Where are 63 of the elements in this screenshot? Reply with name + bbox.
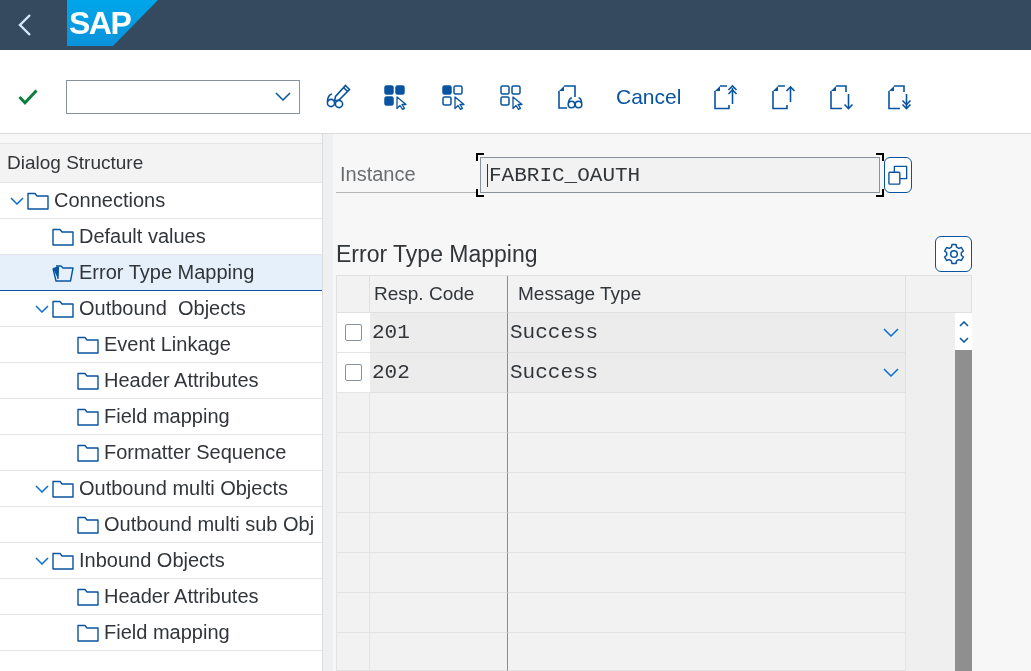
tree-item[interactable]: Connections bbox=[0, 183, 322, 219]
row-selector[interactable] bbox=[336, 313, 370, 353]
settings-button[interactable] bbox=[935, 236, 972, 272]
folder-icon bbox=[77, 335, 99, 354]
chevron-down-icon bbox=[883, 328, 899, 337]
tree-item[interactable]: Event Linkage bbox=[0, 327, 322, 363]
document-double-down-arrow-icon bbox=[887, 83, 914, 110]
command-field[interactable] bbox=[66, 79, 300, 114]
folder-icon bbox=[77, 515, 99, 534]
tree-item[interactable]: Outbound multi Objects bbox=[0, 471, 322, 507]
document-glasses-icon bbox=[557, 83, 583, 110]
chevron-down-icon[interactable] bbox=[35, 484, 49, 493]
logo: SAP bbox=[67, 0, 158, 46]
folder-icon bbox=[52, 479, 74, 498]
chevron-left-icon bbox=[18, 13, 32, 37]
resp-code-field[interactable]: 202 bbox=[370, 353, 508, 393]
tree-item[interactable]: Error Type Mapping bbox=[0, 255, 322, 291]
tree-item[interactable]: Inbound Objects bbox=[0, 543, 322, 579]
chevron-down-icon[interactable] bbox=[35, 304, 49, 313]
message-type-dropdown[interactable]: Success bbox=[508, 313, 906, 353]
check-icon bbox=[18, 88, 38, 105]
chevron-up-icon[interactable] bbox=[958, 320, 969, 327]
folder-icon bbox=[77, 623, 99, 642]
chevron-down-icon bbox=[883, 368, 899, 377]
settings-icon bbox=[942, 243, 965, 265]
folder-icon bbox=[52, 551, 74, 570]
glasses-pencil-icon bbox=[325, 83, 351, 110]
folder-icon bbox=[77, 587, 99, 606]
tree-item[interactable]: Outbound multi sub Obj bbox=[0, 507, 322, 543]
document-up-arrow-icon bbox=[771, 83, 798, 110]
row-selector[interactable] bbox=[336, 353, 370, 393]
copy-button[interactable] bbox=[884, 157, 912, 193]
resp-code-field[interactable]: 201 bbox=[370, 313, 508, 353]
document-down-arrow-icon bbox=[829, 83, 856, 110]
chevron-down-icon bbox=[275, 92, 291, 101]
tree-item[interactable]: Header Attributes bbox=[0, 579, 322, 615]
cancel-button[interactable]: Cancel bbox=[604, 78, 694, 115]
tree-item[interactable]: Outbound Objects bbox=[0, 291, 322, 327]
instance-field[interactable]: FABRIC_OAUTH bbox=[476, 153, 884, 197]
folder-icon bbox=[77, 443, 99, 462]
folder-icon bbox=[52, 227, 74, 246]
checkbox[interactable] bbox=[345, 324, 362, 341]
chevron-down-icon[interactable] bbox=[10, 196, 24, 205]
checkbox[interactable] bbox=[345, 364, 362, 381]
outline-grid-cursor-icon bbox=[499, 83, 525, 110]
document-double-up-arrow-icon bbox=[713, 83, 740, 110]
message-type-dropdown[interactable]: Success bbox=[508, 353, 906, 393]
filled-grid-cursor-icon bbox=[383, 83, 409, 110]
chevron-down-icon[interactable] bbox=[958, 336, 969, 343]
open-folder-icon bbox=[52, 263, 74, 282]
copy-icon bbox=[888, 165, 908, 185]
tree-item[interactable]: Header Attributes bbox=[0, 363, 322, 399]
folder-icon bbox=[52, 299, 74, 318]
tree-item[interactable]: Field mapping bbox=[0, 615, 322, 651]
tree-item[interactable]: Formatter Sequence bbox=[0, 435, 322, 471]
mixed-grid-cursor-icon bbox=[441, 83, 467, 110]
chevron-down-icon[interactable] bbox=[35, 556, 49, 565]
tree-item[interactable]: Field mapping bbox=[0, 399, 322, 435]
folder-icon bbox=[27, 191, 49, 210]
folder-icon bbox=[77, 407, 99, 426]
panel-title: Dialog Structure bbox=[0, 143, 322, 183]
table-title: Error Type Mapping bbox=[336, 240, 538, 268]
folder-icon bbox=[77, 371, 99, 390]
